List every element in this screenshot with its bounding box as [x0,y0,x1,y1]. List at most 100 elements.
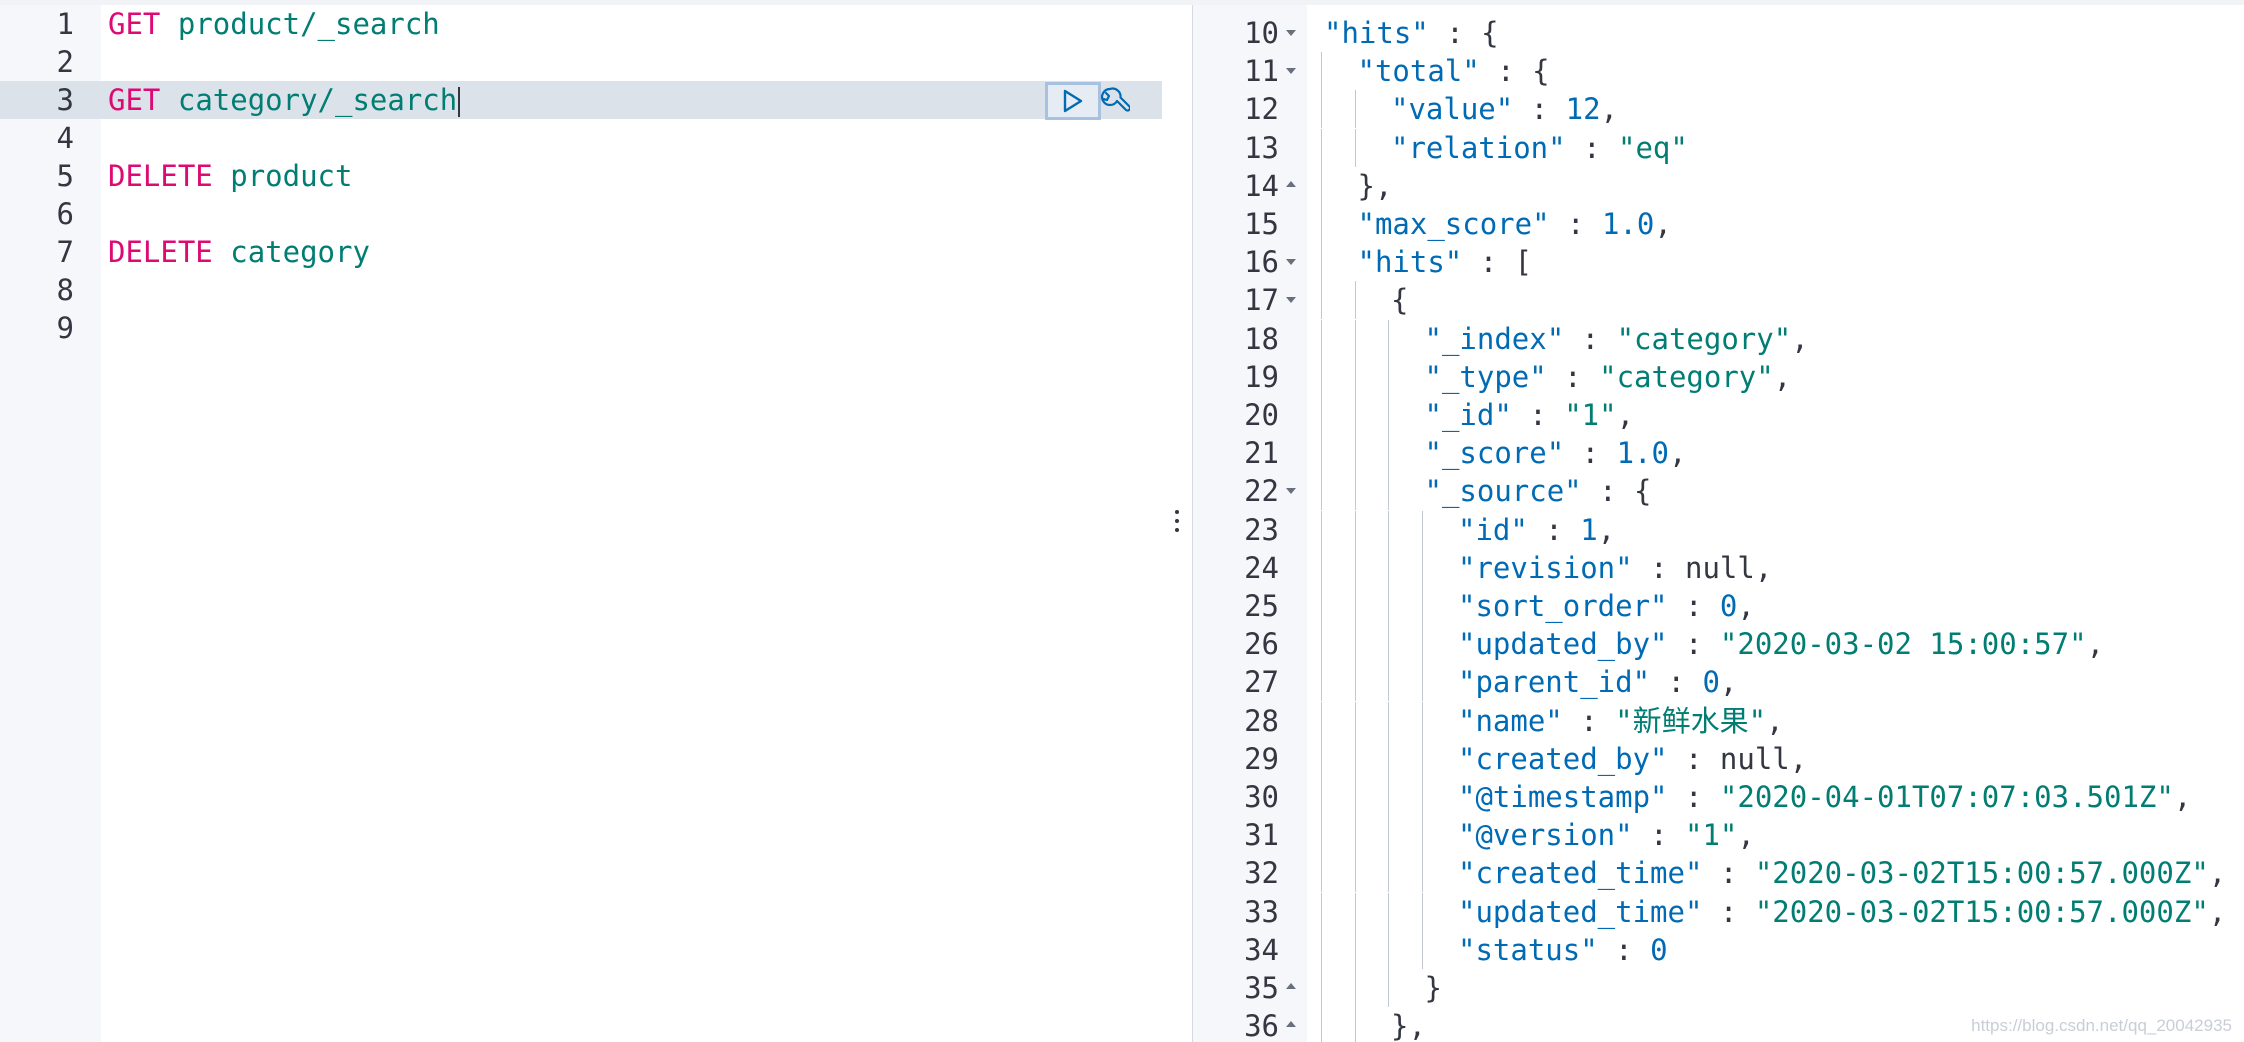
editor-line[interactable]: 9 [0,309,1162,347]
output-line: 26 "updated_by" : "2020-03-02 15:00:57", [1193,625,2244,664]
json-number: 0 [1650,932,1668,967]
indent-guide [1388,319,1389,358]
output-line: 28 "name" : "新鲜水果", [1193,701,2244,740]
output-line: 32 "created_time" : "2020-03-02T15:00:57.… [1193,854,2244,893]
fold-toggle-expanded-icon[interactable] [1286,488,1296,495]
drag-handle-icon[interactable] [1173,510,1181,537]
request-settings-button[interactable] [1096,84,1132,120]
indent-guide [1421,816,1423,855]
text-cursor [458,87,461,117]
json-punctuation: : [1511,398,1565,432]
json-key: "sort_order" [1458,589,1668,623]
request-editor[interactable]: 1 GET product/_search 2 3 GET category/_sear… [0,5,1162,1042]
json-punctuation: , [2208,894,2227,929]
panel-resizer[interactable] [1162,5,1193,1042]
indent-guide [1354,281,1356,320]
request-code[interactable]: DELETE product [108,157,352,195]
output-line: 16 "hits" : [ [1193,243,2244,282]
json-string: "2020-03-02T15:00:57.000Z" [1754,856,2209,891]
play-icon [1063,89,1083,113]
json-punctuation: , [2086,627,2105,662]
editor-line[interactable]: 4 [0,119,1162,157]
line-number: 10 [1244,16,1279,50]
json-code: "_index" : "category", [1425,320,1809,358]
fold-toggle-collapse-icon[interactable] [1286,180,1296,187]
http-method: GET [108,7,161,41]
json-punctuation: , [1668,436,1687,471]
json-code: "@version" : "1", [1458,816,1755,854]
indent-guide [1421,701,1423,740]
editor-line[interactable]: 7 DELETE category [0,233,1162,271]
json-key: "updated_time" [1458,894,1703,929]
json-number: 0 [1702,665,1720,700]
line-number: 28 [1244,703,1279,738]
json-punctuation: : [ [1462,245,1533,280]
indent-guide [1321,739,1322,778]
fold-toggle-expanded-icon[interactable] [1286,68,1296,75]
json-key: "value" [1391,92,1514,127]
indent-guide [1388,663,1389,702]
json-punctuation: : [1513,92,1566,127]
line-number: 6 [56,197,74,231]
editor-line[interactable]: 8 [0,271,1162,309]
request-path: product/_search [177,7,440,41]
output-line: 17 { [1193,281,2244,320]
output-line: 15 "max_score" : 1.0, [1193,205,2244,243]
json-punctuation: }, [1357,168,1393,203]
fold-toggle-collapse-icon[interactable] [1286,983,1296,989]
indent-guide [1321,281,1322,320]
line-number: 25 [1244,589,1279,623]
editor-line[interactable]: 6 [0,195,1162,233]
json-code: "updated_by" : "2020-03-02 15:00:57", [1458,625,2104,663]
fold-toggle-expanded-icon[interactable] [1286,297,1296,304]
line-number: 14 [1244,168,1279,203]
json-punctuation: : [1667,741,1720,776]
indent-guide [1321,625,1322,664]
indent-guide [1321,319,1322,358]
request-path: category/_search [177,83,458,117]
editor-line[interactable]: 2 [0,43,1162,81]
json-punctuation: null [1685,550,1755,585]
indent-guide [1321,816,1322,855]
indent-guide [1354,357,1356,396]
editor-line[interactable]: 5 DELETE product [0,157,1162,195]
editor-line[interactable]: 1 GET product/_search [0,5,1162,43]
indent-guide [1321,205,1322,243]
line-number: 21 [1244,436,1279,471]
request-code[interactable]: GET category/_search [108,81,461,119]
json-string: "1" [1685,818,1738,853]
indent-guide [1321,663,1322,702]
fold-toggle-expanded-icon[interactable] [1286,30,1296,36]
indent-guide [1388,587,1389,625]
response-viewer[interactable]: 10 "hits" : {11 "total" : {12 "value" : 12,… [1193,5,2244,1042]
indent-guide [1354,625,1356,664]
indent-guide [1421,587,1423,625]
indent-guide [1421,930,1423,969]
json-punctuation: , [2208,856,2227,891]
request-code[interactable]: GET product/_search [108,5,440,43]
indent-guide [1421,663,1423,702]
indent-guide [1321,166,1322,205]
request-code[interactable]: DELETE category [108,233,370,271]
json-string: "category" [1616,321,1792,356]
indent-guide [1388,625,1389,664]
watermark: https://blog.csdn.net/qq_20042935 [1971,1016,2232,1035]
json-punctuation: : [1564,321,1617,356]
indent-guide [1421,854,1423,893]
json-punctuation: , [1719,665,1738,700]
json-key: "_score" [1424,436,1565,471]
indent-guide [1321,472,1322,511]
line-number: 24 [1244,550,1279,585]
json-key: "name" [1458,703,1563,738]
run-request-button[interactable] [1045,82,1101,120]
fold-toggle-expanded-icon[interactable] [1286,259,1296,266]
editor-line[interactable]: 3 GET category/_search [0,81,1162,120]
line-number: 15 [1244,207,1279,241]
fold-toggle-collapse-icon[interactable] [1286,1021,1296,1028]
line-number: 13 [1244,130,1279,165]
indent-guide [1354,396,1356,434]
indent-guide [1321,357,1322,396]
line-number: 9 [56,311,74,345]
json-code: { [1391,281,1408,319]
json-code: "parent_id" : 0, [1458,663,1737,701]
